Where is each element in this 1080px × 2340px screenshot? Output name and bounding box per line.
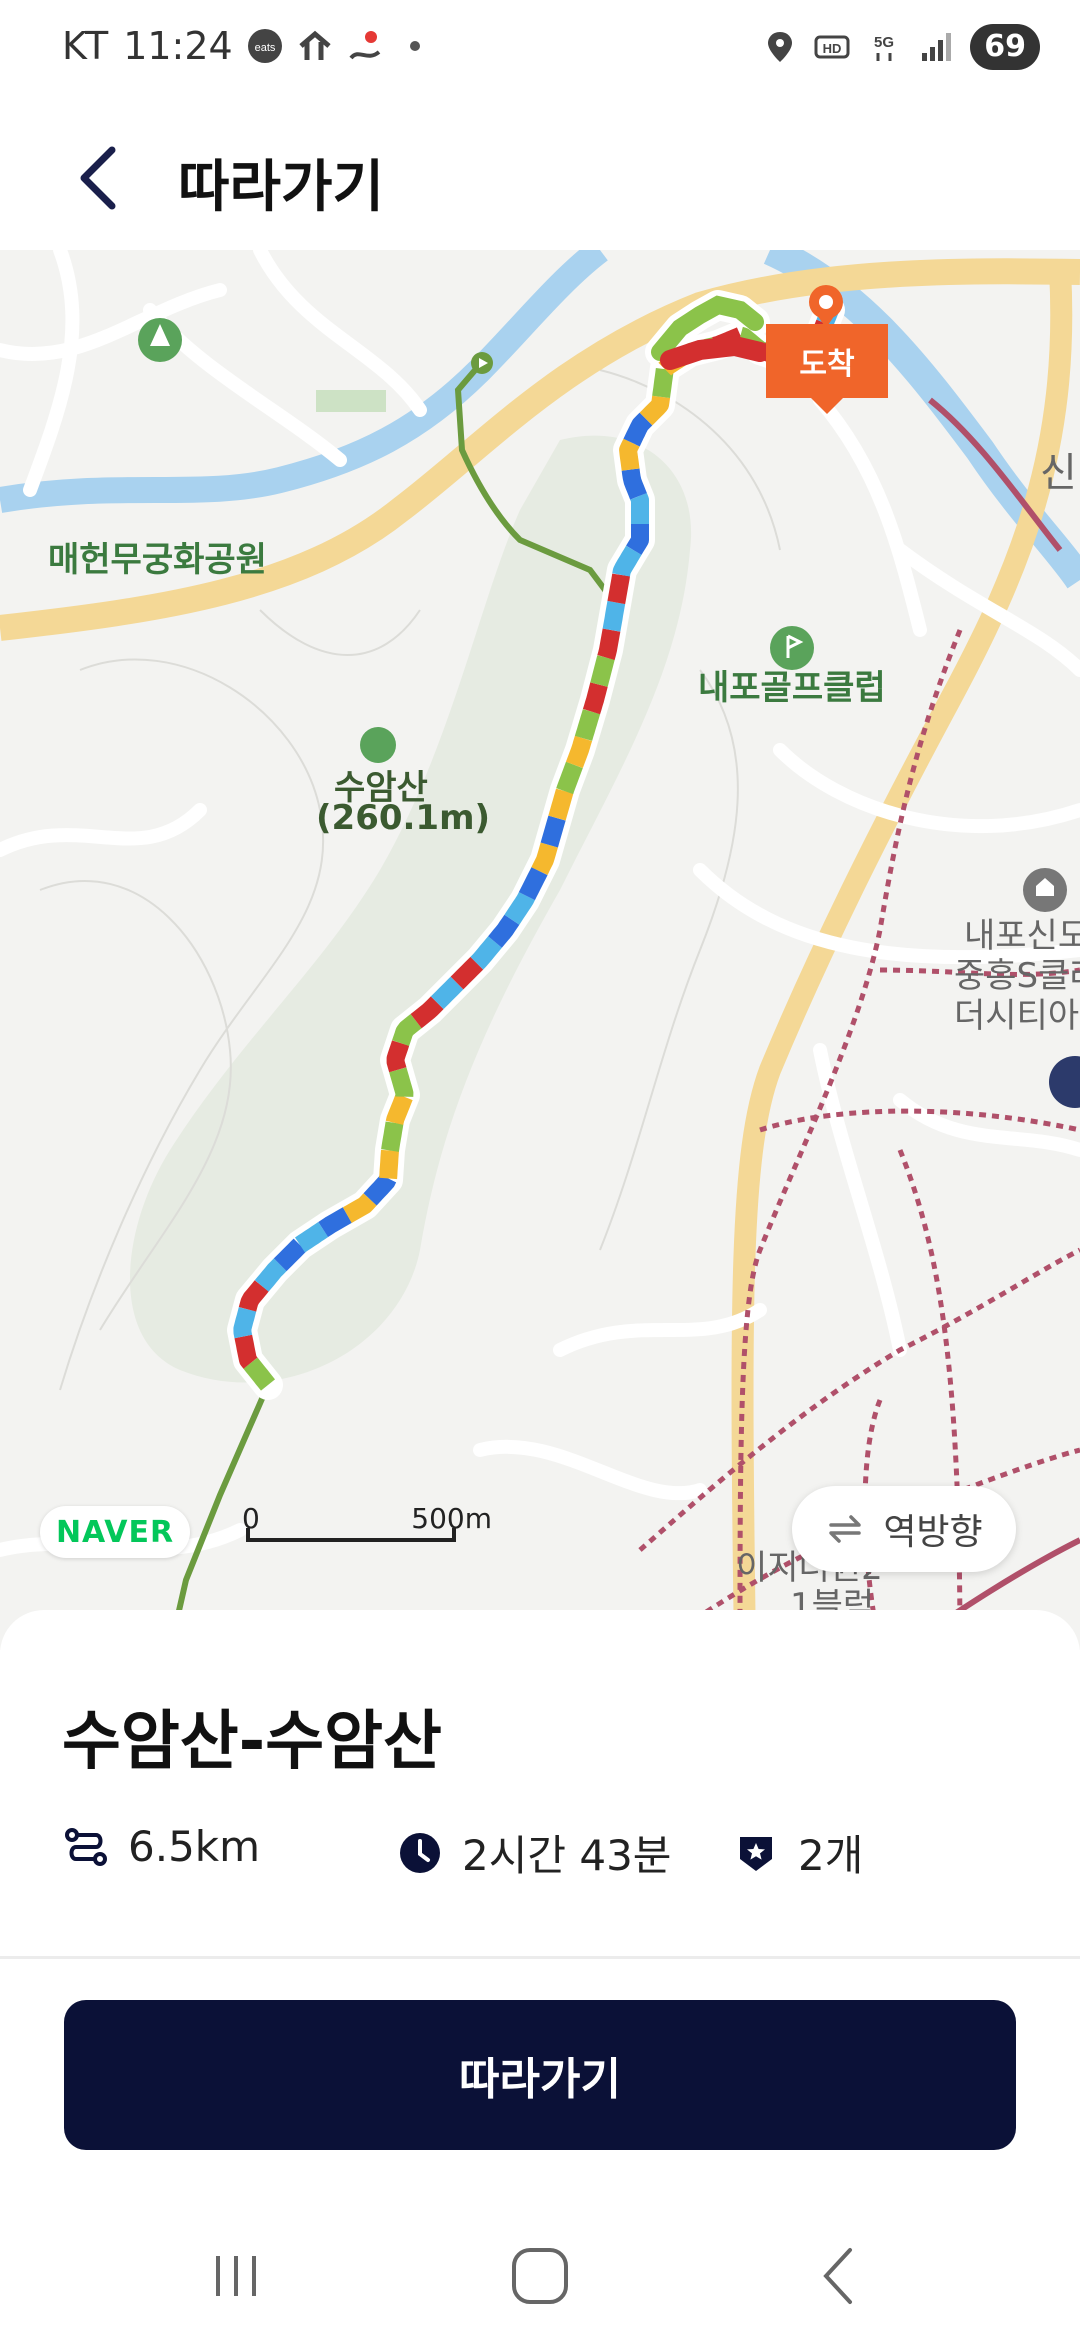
- course-stats: 6.5km 2시간 43분 2개: [62, 1822, 1022, 1882]
- route-segment: [233, 1304, 257, 1342]
- reverse-label: 역방향: [883, 1512, 983, 1553]
- battery-icon: 69: [970, 24, 1040, 70]
- dot-icon: [409, 41, 420, 51]
- golf-label[interactable]: 내포골프클럽: [698, 660, 886, 709]
- map-marker-icon: [1049, 1056, 1080, 1108]
- scale-bar: [246, 1528, 456, 1542]
- home-icon: [299, 30, 331, 60]
- route-segment: [381, 1117, 404, 1156]
- reverse-direction-button[interactable]: 역방향: [792, 1486, 1016, 1572]
- route-segment: [582, 679, 608, 717]
- shin-label: 신: [1040, 450, 1077, 496]
- swap-icon: [829, 1515, 862, 1543]
- signal-icon: [922, 33, 952, 61]
- route-segment: [540, 812, 566, 851]
- clock-icon: [400, 1832, 440, 1873]
- system-nav-bar: [0, 2200, 1080, 2340]
- location-icon: [768, 32, 793, 62]
- coupang-eats-icon-text: eats: [254, 42, 275, 54]
- route-segment: [630, 491, 649, 529]
- distance-stat: 6.5km: [62, 1822, 260, 1871]
- back-nav-button[interactable]: [800, 2236, 880, 2316]
- stamps-value: 2개: [798, 1831, 864, 1880]
- route-segment: [565, 733, 593, 771]
- route-segment: [607, 569, 631, 608]
- hiking-route-red-segment: [660, 335, 770, 370]
- svg-text:HD: HD: [823, 41, 842, 56]
- route-segment: [531, 839, 558, 877]
- route-segment: [385, 1091, 413, 1128]
- route-segment: [652, 364, 674, 402]
- time-label: 11:24: [123, 24, 233, 68]
- mountain-peak-icon: [360, 727, 396, 763]
- divider: [0, 1956, 1080, 1959]
- back-arrow-icon: [80, 146, 116, 210]
- park-patch: [316, 390, 386, 412]
- hd-icon: HD: [814, 35, 850, 59]
- route-segment: [379, 1145, 399, 1184]
- stamp-badge-icon: [740, 1836, 772, 1871]
- home-button[interactable]: [500, 2236, 580, 2316]
- route-segment: [317, 1207, 353, 1238]
- route-segment: [602, 597, 626, 636]
- svg-text:5G: 5G: [874, 34, 894, 51]
- back-button[interactable]: [60, 138, 140, 218]
- map-view[interactable]: 매헌무궁화공원 내포골프클럽 수암산 (260.1m) 신 내포신도 중흥S클라…: [0, 250, 1080, 1650]
- page-title: 따라가기: [178, 155, 385, 220]
- route-segment: [556, 759, 583, 797]
- carrier-label: KT: [62, 24, 110, 68]
- follow-button[interactable]: 따라가기: [64, 2000, 1016, 2150]
- recent-apps-button[interactable]: [196, 2236, 276, 2316]
- route-segment: [386, 1037, 410, 1075]
- route-segment: [548, 786, 574, 824]
- route-segment: [518, 865, 548, 902]
- distance-value: 6.5km: [128, 1822, 261, 1871]
- status-bar: KT 11:24 eats HD 5G 69: [0, 0, 1080, 100]
- course-title: 수암산-수암산: [62, 1705, 442, 1779]
- map-scale: 0 500m: [242, 1502, 492, 1542]
- coupang-eats-icon: eats: [247, 29, 282, 63]
- destination-label[interactable]: 도착: [766, 324, 888, 414]
- distance-icon: [65, 1827, 107, 1866]
- route-segment: [619, 437, 640, 475]
- route-segment: [234, 1331, 258, 1369]
- route-segment: [597, 625, 621, 663]
- naver-logo[interactable]: NAVER: [40, 1506, 190, 1558]
- stamps-stat: 2개: [732, 1822, 863, 1883]
- route-segment: [389, 1064, 414, 1102]
- route-segment: [574, 706, 601, 744]
- river: [0, 250, 608, 513]
- duration-stat: 2시간 43분: [396, 1822, 671, 1883]
- 5g-icon: 5G: [874, 34, 894, 61]
- route-segment: [590, 652, 615, 690]
- app-header: 따라가기: [0, 100, 1080, 250]
- park-label[interactable]: 매헌무궁화공원: [48, 532, 267, 581]
- district-label-3: 더시티아: [954, 996, 1080, 1036]
- route-segment: [621, 464, 647, 502]
- mountain-height-label: (260.1m): [316, 798, 491, 838]
- status-right: HD 5G 69: [762, 24, 1040, 70]
- map-base: [0, 250, 1080, 1650]
- route-segment: [626, 519, 649, 556]
- status-left: KT 11:24 eats: [62, 24, 433, 68]
- duration-value: 2시간 43분: [462, 1831, 672, 1880]
- route-icon: [349, 31, 380, 60]
